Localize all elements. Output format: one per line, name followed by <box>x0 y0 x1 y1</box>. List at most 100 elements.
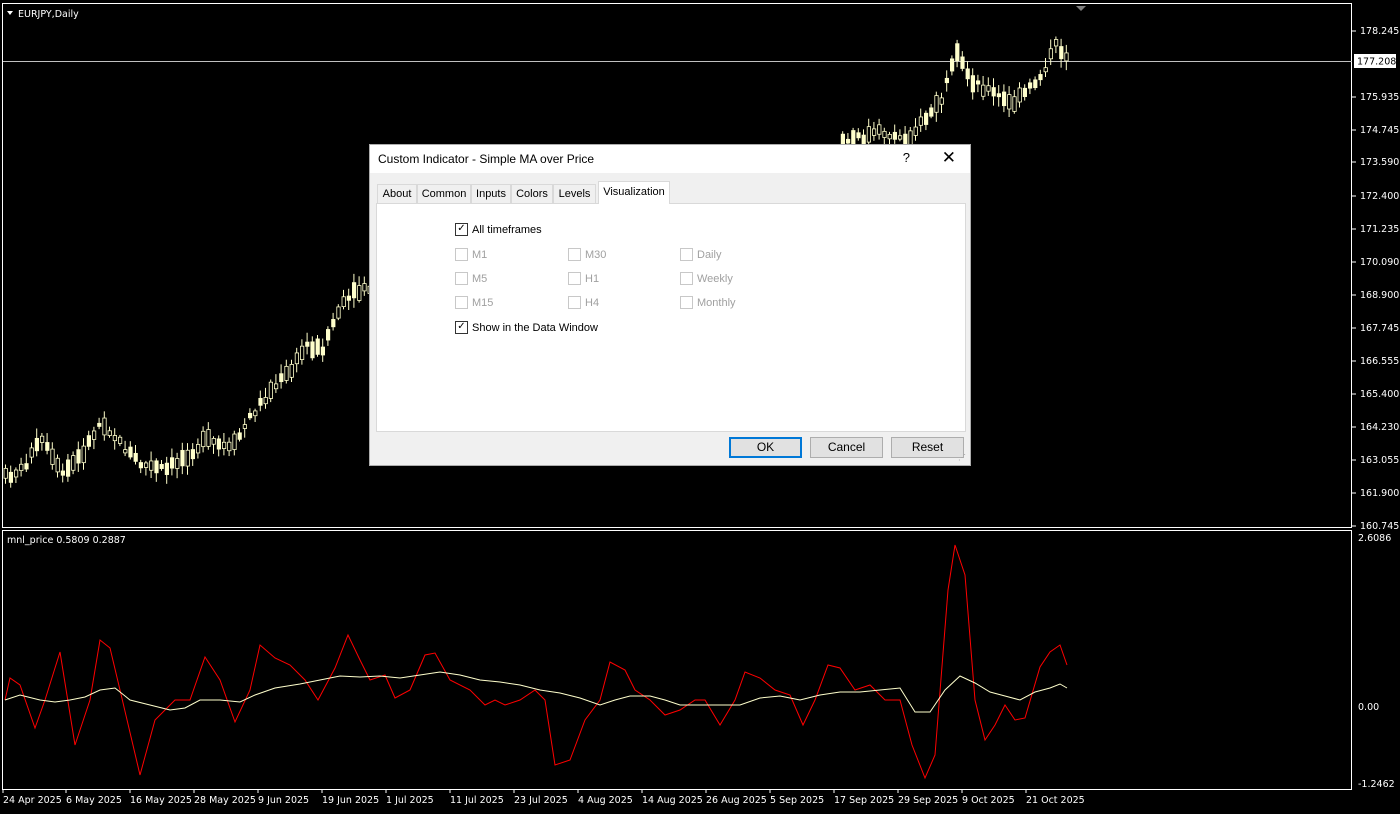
candle-body <box>1028 82 1033 89</box>
price-candle <box>273 374 279 393</box>
price-candle <box>1028 78 1033 95</box>
price-candle <box>934 91 939 122</box>
candle-body <box>71 455 76 471</box>
checkbox-box <box>455 296 468 309</box>
help-button[interactable]: ? <box>903 150 910 165</box>
candle-body <box>253 410 258 417</box>
price-candle <box>955 39 960 68</box>
price-candle <box>1002 84 1007 113</box>
candle-body <box>1002 91 1007 107</box>
candle-body <box>357 285 362 301</box>
close-icon[interactable]: ✕ <box>942 148 956 168</box>
price-candle <box>970 68 976 100</box>
current-price-value: 177.208 <box>1357 57 1396 68</box>
price-candle <box>13 467 19 483</box>
candle-body <box>965 68 970 80</box>
tab-about[interactable]: About <box>377 184 417 203</box>
candle-body <box>986 85 991 92</box>
cancel-button[interactable]: Cancel <box>810 437 883 458</box>
price-candle <box>29 442 34 464</box>
candle-body <box>34 437 40 452</box>
price-candle <box>1059 38 1064 68</box>
price-candle <box>294 347 300 373</box>
price-candle <box>154 458 159 482</box>
tab-levels[interactable]: Levels <box>553 184 596 203</box>
candle-body <box>273 383 279 390</box>
price-candle <box>180 442 185 475</box>
tab-colors[interactable]: Colors <box>511 184 553 203</box>
price-tick-label: 170.090 <box>1360 257 1399 268</box>
price-candle <box>1022 84 1028 101</box>
candle-body <box>237 432 242 440</box>
price-candle <box>929 103 934 119</box>
price-tick-label: 164.230 <box>1360 422 1399 433</box>
time-tick-label: 4 Aug 2025 <box>578 795 633 806</box>
dialog-titlebar[interactable]: Custom Indicator - Simple MA over Price … <box>370 145 970 173</box>
candle-body <box>263 397 268 405</box>
price-candle <box>856 128 861 141</box>
price-tick-label: 178.245 <box>1360 26 1399 37</box>
candle-body <box>138 462 143 469</box>
candle-body <box>882 130 887 138</box>
price-candle <box>268 379 274 403</box>
price-candle <box>996 85 1002 107</box>
candle-body <box>866 126 872 143</box>
price-candle <box>284 359 289 384</box>
indicator-label: mnl_price 0.5809 0.2887 <box>7 535 126 546</box>
candle-body <box>123 449 128 454</box>
indicator-axis-label: -1.2462 <box>1358 779 1395 790</box>
candle-body <box>279 373 284 383</box>
time-tick-label: 21 Oct 2025 <box>1026 795 1085 806</box>
price-candle <box>320 338 326 362</box>
candle-body <box>50 448 55 465</box>
price-candle <box>986 77 991 96</box>
ok-button[interactable]: OK <box>729 437 802 458</box>
price-candle <box>149 451 154 479</box>
candle-body <box>1022 87 1028 97</box>
price-candle <box>357 276 362 303</box>
candle-body <box>92 430 97 440</box>
price-candle <box>351 273 357 308</box>
price-candle <box>81 438 86 470</box>
price-candle <box>315 334 320 357</box>
price-candle <box>263 387 268 409</box>
price-candle <box>24 453 29 473</box>
candle-body <box>247 412 253 419</box>
candle-body <box>955 43 960 62</box>
resize-grip-icon[interactable]: ⋰ <box>958 453 968 463</box>
price-candle <box>164 456 169 484</box>
candle-body <box>128 446 133 458</box>
candle-body <box>991 87 996 97</box>
price-candle <box>913 118 918 141</box>
tab-common[interactable]: Common <box>417 184 471 203</box>
price-candle <box>950 55 955 76</box>
price-candle <box>102 411 107 441</box>
candle-body <box>1017 87 1022 103</box>
candle-body <box>892 131 898 140</box>
price-candle <box>138 459 143 474</box>
price-candle <box>123 440 128 457</box>
price-candle <box>346 288 352 310</box>
checkbox-box <box>680 272 693 285</box>
checkbox-box <box>680 296 693 309</box>
price-candle <box>227 437 232 457</box>
price-candle <box>216 435 221 457</box>
price-tick-label: 173.590 <box>1360 157 1399 168</box>
reset-button[interactable]: Reset <box>891 437 964 458</box>
price-candle <box>872 121 877 141</box>
time-tick-label: 16 May 2025 <box>130 795 192 806</box>
price-tick-label: 163.055 <box>1360 455 1399 466</box>
symbol-menu-icon <box>7 11 13 15</box>
price-candle <box>66 453 71 482</box>
price-candle <box>362 276 367 296</box>
tab-inputs[interactable]: Inputs <box>471 184 511 203</box>
candle-body <box>232 433 237 450</box>
candle-body <box>996 93 1002 98</box>
price-candle <box>1033 76 1038 91</box>
candle-body <box>107 430 112 436</box>
price-candle <box>206 422 211 450</box>
time-tick-label: 6 May 2025 <box>66 795 122 806</box>
tab-visualization[interactable]: Visualization <box>598 181 670 204</box>
candle-body <box>924 112 929 125</box>
price-candle <box>877 118 882 140</box>
